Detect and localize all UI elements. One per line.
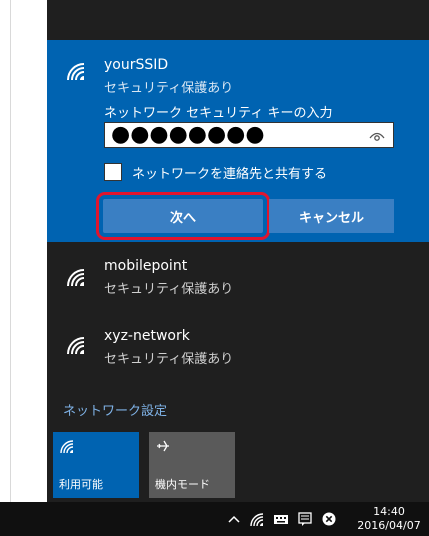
wifi-icon [60, 440, 74, 454]
password-mask: ●●●●●●●● [111, 122, 265, 147]
wifi-icon[interactable] [249, 511, 265, 527]
cancel-button[interactable]: キャンセル [269, 199, 394, 233]
keyboard-icon[interactable] [273, 511, 289, 527]
action-center-icon[interactable] [297, 511, 313, 527]
security-status: セキュリティ保護あり [104, 352, 234, 367]
share-checkbox-label: ネットワークを連絡先と共有する [132, 167, 328, 182]
wifi-icon [67, 269, 85, 287]
network-name: mobilepoint [104, 258, 188, 274]
share-network-option[interactable]: ネットワークを連絡先と共有する [104, 161, 404, 185]
airplane-mode-tile[interactable]: 機内モード [149, 432, 235, 498]
reveal-password-icon[interactable] [369, 128, 385, 144]
network-list-item[interactable]: mobilepoint セキュリティ保護あり [47, 250, 429, 310]
background-window [0, 0, 47, 502]
wifi-icon [67, 63, 85, 81]
flyout-header [47, 0, 429, 40]
clock-time: 14:40 [373, 505, 405, 518]
network-name: yourSSID [104, 57, 169, 73]
taskbar: 14:40 2016/04/07 [0, 502, 429, 536]
wifi-tile-label: 利用可能 [59, 478, 103, 491]
network-list-item[interactable]: xyz-network セキュリティ保護あり [47, 318, 429, 378]
next-button[interactable]: 次へ [96, 192, 270, 240]
security-key-label: ネットワーク セキュリティ キーの入力 [104, 106, 333, 121]
security-status: セキュリティ保護あり [104, 282, 234, 297]
close-circle-icon[interactable] [321, 511, 337, 527]
network-name: xyz-network [104, 328, 190, 344]
network-flyout: yourSSID セキュリティ保護あり ネットワーク セキュリティ キーの入力 … [47, 0, 429, 502]
window-border [10, 0, 11, 502]
security-status: セキュリティ保護あり [104, 81, 234, 96]
airplane-tile-label: 機内モード [155, 478, 210, 491]
security-key-input[interactable]: ●●●●●●●● [104, 122, 394, 148]
network-settings-link[interactable]: ネットワーク設定 [63, 400, 167, 419]
clock[interactable]: 14:40 2016/04/07 [357, 505, 421, 533]
clock-date: 2016/04/07 [357, 519, 421, 532]
wifi-icon [67, 337, 85, 355]
share-checkbox[interactable] [104, 163, 122, 181]
chevron-up-icon[interactable] [226, 511, 242, 527]
wifi-toggle-tile[interactable]: 利用可能 [53, 432, 139, 498]
airplane-icon [157, 440, 169, 452]
